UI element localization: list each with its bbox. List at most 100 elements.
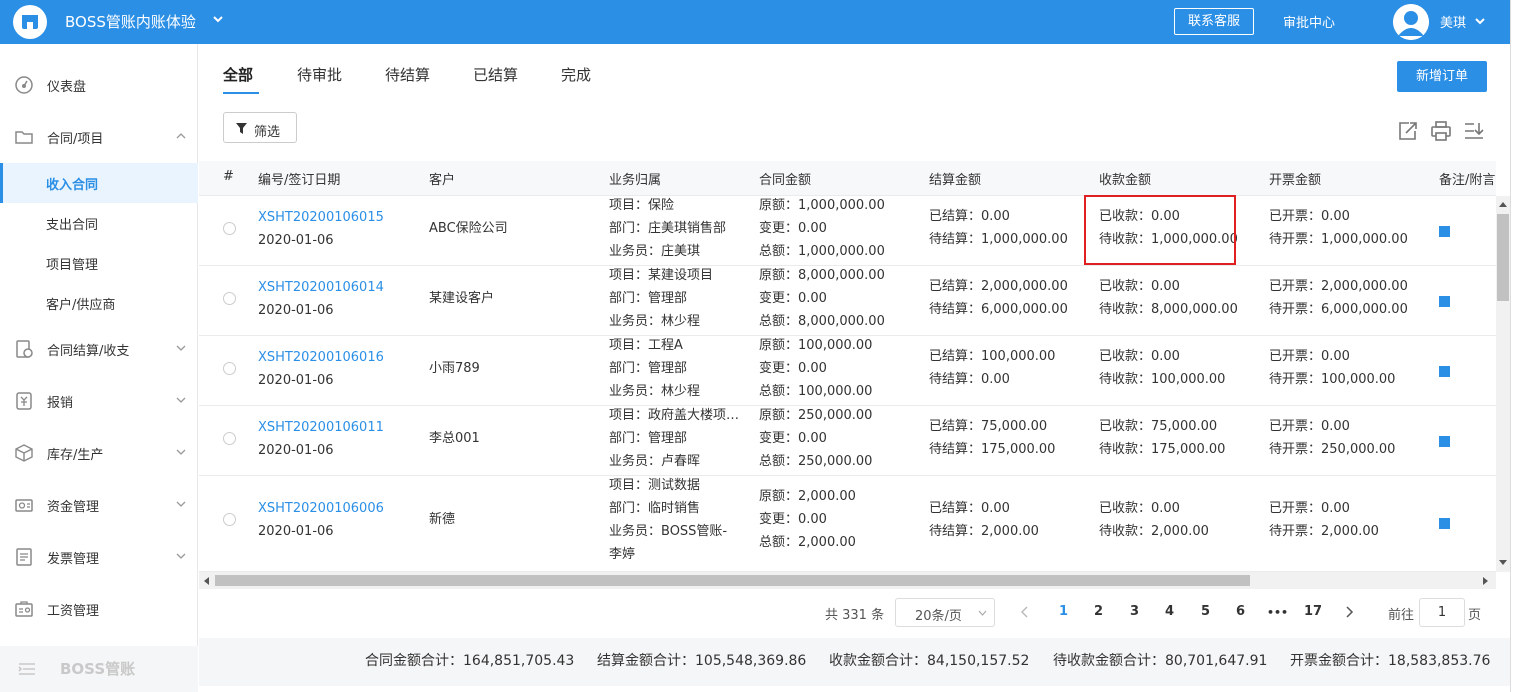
prev-page-icon[interactable]: [1020, 606, 1028, 618]
amount-change: 变更：0.00: [759, 361, 827, 376]
page-number[interactable]: 3: [1130, 604, 1139, 619]
chevron-down-icon[interactable]: [212, 13, 224, 25]
page-number[interactable]: 1: [1059, 604, 1068, 619]
row-select-radio[interactable]: [223, 362, 236, 375]
received-amount: 已收款：75,000.00: [1099, 419, 1218, 434]
remark-square-icon[interactable]: [1439, 518, 1450, 529]
row-select-radio[interactable]: [223, 432, 236, 445]
column-header: 收款金额: [1099, 173, 1152, 188]
table-header: # 编号/签订日期 客户 业务归属 合同金额 结算金额 收款金额 开票金额 备注…: [199, 161, 1496, 196]
username[interactable]: 美琪: [1440, 12, 1466, 31]
remark-square-icon[interactable]: [1439, 436, 1450, 447]
contract-code-link[interactable]: XSHT20200106014: [258, 276, 384, 299]
biz-salesperson-cont: 李婷: [609, 547, 636, 562]
pending-receipt-amount: 待收款：100,000.00: [1099, 372, 1226, 387]
sidebar-item-dashboard[interactable]: 仪表盘: [0, 65, 198, 105]
new-order-button[interactable]: 新增订单: [1397, 61, 1487, 92]
contract-code-link[interactable]: XSHT20200106016: [258, 346, 384, 369]
export-icon[interactable]: [1397, 120, 1419, 142]
page-number[interactable]: 5: [1201, 604, 1210, 619]
sidebar-item-reimbursement[interactable]: 报销: [0, 381, 198, 421]
collapse-menu-icon[interactable]: [18, 662, 36, 676]
row-select-radio[interactable]: [223, 222, 236, 235]
vertical-scrollbar[interactable]: [1496, 196, 1510, 572]
tab-pending-approval[interactable]: 待审批: [297, 64, 342, 85]
goto-page-input[interactable]: 1: [1419, 598, 1465, 627]
sidebar-subitem-income-contract[interactable]: 收入合同: [0, 163, 198, 203]
app-logo-icon[interactable]: [13, 5, 47, 39]
tab-completed[interactable]: 完成: [561, 64, 591, 85]
table-row[interactable]: XSHT20200106015 2020-01-06 ABC保险公司 项目：保险…: [199, 196, 1496, 266]
chevron-down-icon[interactable]: [1474, 15, 1486, 27]
biz-salesperson: 业务员：林少程: [609, 384, 701, 399]
amount-original: 原额：250,000.00: [759, 408, 873, 423]
biz-project: 项目：保险: [609, 198, 675, 213]
contract-code-link[interactable]: XSHT20200106015: [258, 206, 384, 229]
sidebar-item-label: 发票管理: [47, 552, 100, 567]
sidebar-item-label: 项目管理: [46, 258, 99, 273]
app-title[interactable]: BOSS管账内账体验: [65, 11, 196, 32]
page-ellipsis[interactable]: •••: [1267, 606, 1288, 619]
table-row[interactable]: XSHT20200106016 2020-01-06 小雨789 项目：工程A …: [199, 336, 1496, 406]
amount-change: 变更：0.00: [759, 431, 827, 446]
approval-center-link[interactable]: 审批中心: [1283, 12, 1335, 31]
chevron-down-icon: [176, 345, 186, 351]
table-row[interactable]: XSHT20200106014 2020-01-06 某建设客户 项目：某建设项…: [199, 266, 1496, 336]
tab-all[interactable]: 全部: [223, 64, 253, 85]
page-number[interactable]: 4: [1165, 604, 1174, 619]
sidebar-subitem-project-management[interactable]: 项目管理: [0, 243, 198, 283]
total-contract-amount: 合同金额合计：164,851,705.43: [365, 653, 575, 669]
sidebar: 仪表盘 合同/项目 收入合同 支出合同 项目管理 客户/供应商 合同结算/收支 …: [0, 44, 198, 692]
goto-label: 前往: [1388, 608, 1415, 623]
table-row[interactable]: XSHT20200106006 2020-01-06 新德 项目：测试数据 部门…: [199, 476, 1496, 572]
amount-original: 原额：1,000,000.00: [759, 198, 885, 213]
scroll-up-icon[interactable]: [1499, 201, 1507, 207]
pending-invoice-amount: 待开票：1,000,000.00: [1269, 232, 1408, 247]
contact-support-button[interactable]: 联系客服: [1174, 8, 1254, 35]
sidebar-item-settlement[interactable]: 合同结算/收支: [0, 329, 198, 369]
highlight-box: [1084, 195, 1236, 265]
filter-button[interactable]: 筛选: [223, 112, 297, 143]
amount-original: 原额：100,000.00: [759, 338, 873, 353]
column-header: 结算金额: [929, 173, 982, 188]
sidebar-item-contract-project[interactable]: 合同/项目: [0, 117, 198, 157]
row-select-radio[interactable]: [223, 513, 236, 526]
sidebar-item-inventory[interactable]: 库存/生产: [0, 433, 198, 473]
horizontal-scrollbar[interactable]: [199, 572, 1496, 589]
pending-receipt-amount: 待收款：175,000.00: [1099, 442, 1226, 457]
page-size-select[interactable]: 20条/页: [895, 598, 995, 627]
print-icon[interactable]: [1430, 120, 1452, 142]
sidebar-subitem-expense-contract[interactable]: 支出合同: [0, 203, 198, 243]
sidebar-item-funds[interactable]: 资金管理: [0, 485, 198, 525]
avatar[interactable]: [1393, 4, 1429, 40]
next-page-icon[interactable]: [1346, 606, 1354, 618]
tab-pending-settlement[interactable]: 待结算: [385, 64, 430, 85]
settled-amount: 已结算：0.00: [929, 209, 1010, 224]
scroll-right-icon[interactable]: [1483, 577, 1489, 585]
scroll-down-icon[interactable]: [1499, 560, 1507, 566]
column-header: 备注/附言: [1439, 173, 1496, 188]
scroll-left-icon[interactable]: [203, 577, 209, 585]
column-settings-icon[interactable]: [1463, 120, 1485, 142]
table-row[interactable]: XSHT20200106011 2020-01-06 李总001 项目：政府盖大…: [199, 406, 1496, 476]
horizontal-scroll-thumb[interactable]: [215, 575, 1250, 586]
row-select-radio[interactable]: [223, 292, 236, 305]
vertical-scroll-thumb[interactable]: [1497, 214, 1509, 301]
amount-change: 变更：0.00: [759, 221, 827, 236]
sidebar-item-invoice[interactable]: 发票管理: [0, 537, 198, 577]
remark-square-icon[interactable]: [1439, 226, 1450, 237]
page-number[interactable]: 6: [1236, 604, 1245, 619]
sidebar-item-salary[interactable]: 工资管理: [0, 589, 198, 629]
tab-settled[interactable]: 已结算: [473, 64, 518, 85]
sidebar-item-label: 仪表盘: [47, 80, 87, 95]
contract-date: 2020-01-06: [258, 303, 334, 318]
column-header: 业务归属: [609, 173, 662, 188]
page-number[interactable]: 17: [1304, 604, 1322, 619]
page-number[interactable]: 2: [1094, 604, 1103, 619]
contract-code-link[interactable]: XSHT20200106011: [258, 416, 384, 439]
sidebar-subitem-customer-supplier[interactable]: 客户/供应商: [0, 283, 198, 323]
remark-square-icon[interactable]: [1439, 296, 1450, 307]
remark-square-icon[interactable]: [1439, 366, 1450, 377]
contract-code-link[interactable]: XSHT20200106006: [258, 497, 384, 520]
sidebar-item-label: 合同/项目: [47, 132, 104, 147]
